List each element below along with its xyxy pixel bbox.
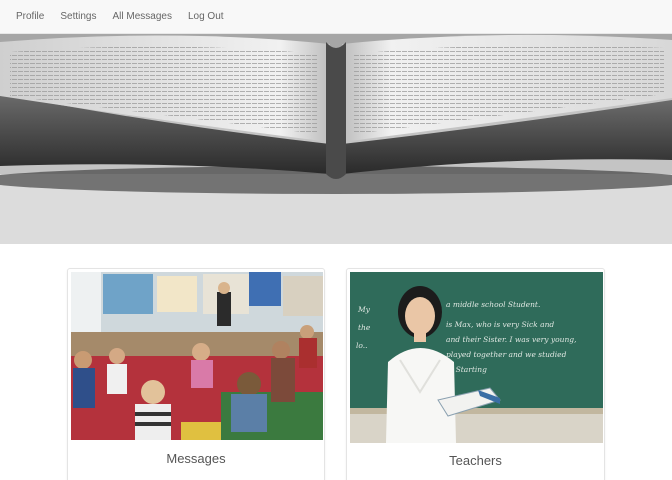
svg-text:the: the — [358, 323, 371, 332]
open-book-image — [0, 34, 672, 244]
messages-card[interactable]: Messages — [67, 268, 325, 480]
top-navbar: Profile Settings All Messages Log Out — [0, 0, 672, 34]
nav-all-messages-link[interactable]: All Messages — [105, 0, 180, 34]
teacher-image: a middle school Student. is Max, who is … — [350, 272, 603, 443]
teachers-card[interactable]: a middle school Student. is Max, who is … — [346, 268, 605, 480]
svg-text:My: My — [357, 305, 371, 314]
nav-profile-link[interactable]: Profile — [8, 0, 52, 34]
chalk-line-3: and their Sister. I was very young, — [446, 335, 576, 344]
nav-log-out-link[interactable]: Log Out — [180, 0, 232, 34]
svg-text:lo..: lo.. — [356, 341, 368, 350]
classroom-image — [71, 272, 323, 440]
teachers-card-caption: Teachers — [449, 453, 502, 468]
chalk-line-1: a middle school Student. — [446, 300, 540, 309]
nav-settings-link[interactable]: Settings — [52, 0, 104, 34]
chalk-line-4: played together and we studied — [446, 350, 567, 359]
chalk-line-2: is Max, who is very Sick and — [446, 320, 554, 329]
hero-banner — [0, 34, 672, 244]
messages-card-caption: Messages — [166, 451, 226, 466]
